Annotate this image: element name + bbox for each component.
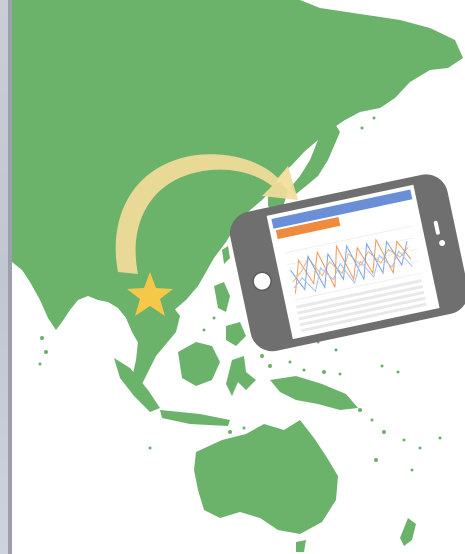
taiwan [222,246,230,264]
java [160,410,230,426]
tasmania [296,540,306,552]
sulawesi [226,356,256,396]
australia [194,420,338,534]
philippines-mindanao [226,322,246,346]
philippines-luzon [214,282,230,312]
new-zealand [400,518,416,546]
map-illustration [12,0,465,552]
new-guinea [270,376,358,410]
borneo [178,342,220,386]
